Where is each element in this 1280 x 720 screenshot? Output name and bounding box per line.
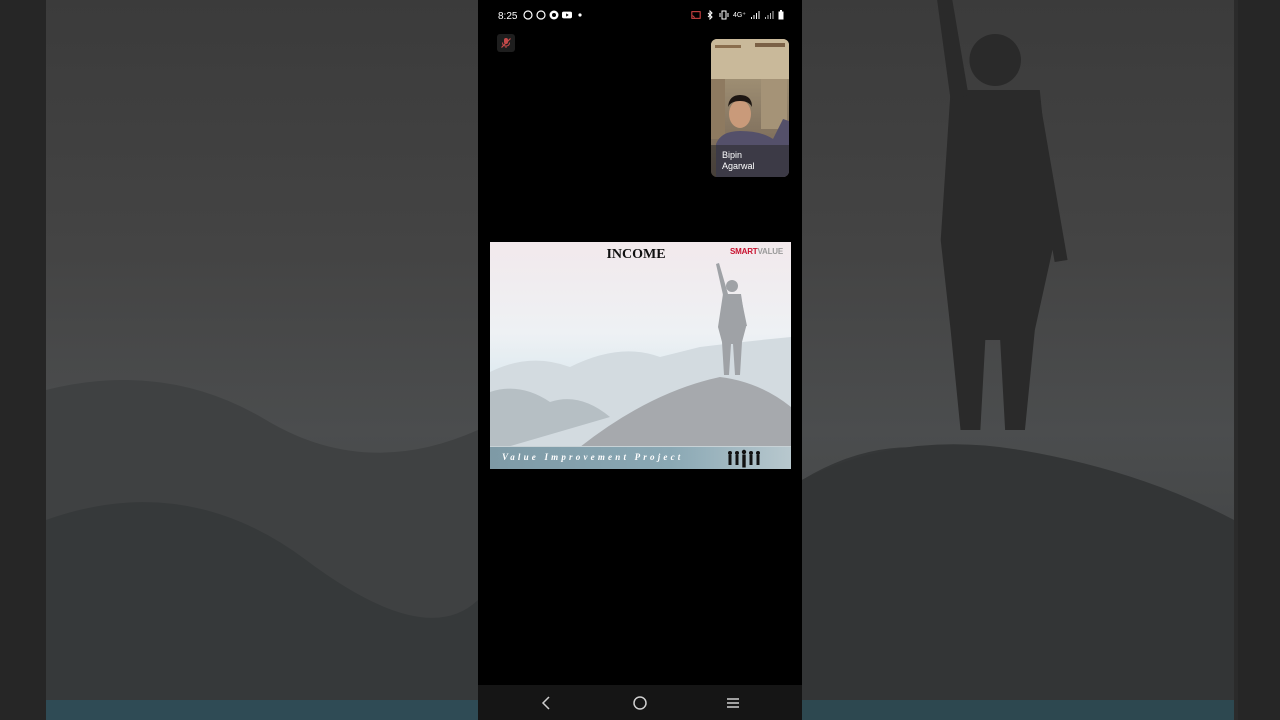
- status-bar: 8:25 4G⁺: [478, 0, 802, 34]
- left-edge: [0, 0, 46, 720]
- system-icons: 4G⁺: [691, 10, 784, 20]
- phone-screen: 8:25 4G⁺ Bipin Agarwal INCOME SMARTVALUE…: [478, 0, 802, 720]
- whatsapp-icon: [536, 10, 546, 20]
- slide-banner: Value Improvement Project: [490, 446, 791, 469]
- home-icon: [633, 696, 647, 710]
- youtube-icon: [562, 11, 572, 19]
- mute-button[interactable]: [497, 34, 515, 52]
- notification-icons: [523, 10, 585, 20]
- status-time: 8:25: [498, 11, 518, 22]
- back-button[interactable]: [534, 693, 558, 713]
- smartvalue-logo: SMARTVALUE: [730, 247, 783, 256]
- battery-icon: [778, 10, 784, 20]
- dot-icon: [578, 13, 582, 17]
- vibrate-icon: [719, 10, 729, 20]
- blurred-backdrop-right: [802, 0, 1234, 720]
- navigation-bar: [478, 685, 802, 720]
- slide-illustration: [490, 263, 791, 469]
- participant-last-name: Agarwal: [722, 161, 755, 171]
- slide-banner-text: Value Improvement Project: [502, 452, 684, 462]
- people-icon: [728, 449, 760, 468]
- whatsapp-icon: [523, 10, 533, 20]
- back-icon: [541, 696, 550, 710]
- recents-button[interactable]: [721, 693, 745, 713]
- record-icon: [549, 10, 559, 20]
- shared-screen-slide: INCOME SMARTVALUE Value Improvement Proj…: [490, 242, 791, 469]
- participant-name: Bipin Agarwal: [722, 150, 755, 172]
- recents-icon: [727, 698, 739, 708]
- mic-off-icon: [501, 38, 511, 48]
- bluetooth-icon: [707, 10, 713, 20]
- signal-icon: [751, 11, 760, 19]
- network-type: 4G⁺: [732, 12, 746, 19]
- participant-first-name: Bipin: [722, 150, 743, 160]
- participant-video-tile[interactable]: Bipin Agarwal: [711, 39, 789, 177]
- home-button[interactable]: [628, 693, 652, 713]
- cast-icon: [691, 11, 701, 19]
- right-edge: [1238, 0, 1280, 720]
- signal-icon: [765, 11, 774, 19]
- blurred-backdrop-left: [46, 0, 478, 720]
